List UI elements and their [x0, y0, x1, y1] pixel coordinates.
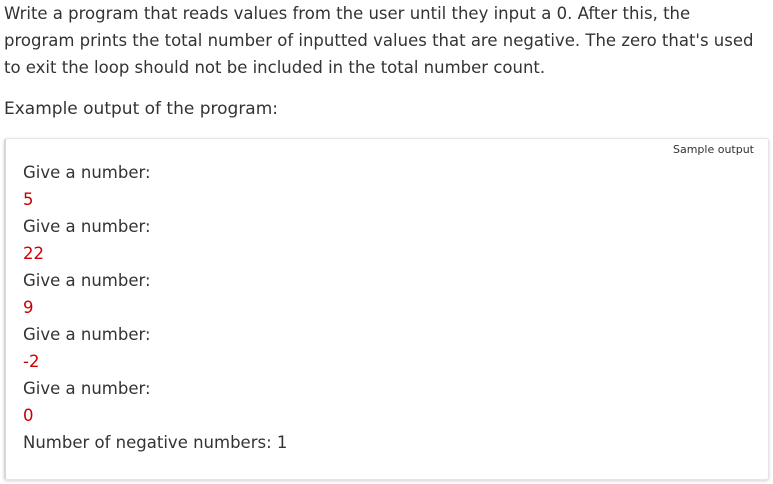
sample-line-user-input: -2: [23, 352, 40, 371]
sample-line-result: Number of negative numbers: 1: [23, 433, 288, 452]
sample-line-prompt: Give a number:: [23, 325, 151, 344]
sample-line-user-input: 9: [23, 298, 34, 317]
sample-line-user-input: 5: [23, 190, 34, 209]
sample-output-lines: Give a number: 5 Give a number: 22 Give …: [23, 159, 287, 456]
sample-line-prompt: Give a number:: [23, 379, 151, 398]
example-heading: Example output of the program:: [4, 99, 279, 119]
sample-line-user-input: 0: [23, 406, 34, 425]
exercise-description: Write a program that reads values from t…: [4, 4, 754, 77]
sample-output-label: Sample output: [672, 143, 754, 156]
sample-line-prompt: Give a number:: [23, 217, 151, 236]
sample-output-box: Sample output Give a number: 5 Give a nu…: [4, 138, 769, 480]
sample-line-user-input: 22: [23, 244, 44, 263]
sample-line-prompt: Give a number:: [23, 271, 151, 290]
sample-line-prompt: Give a number:: [23, 163, 151, 182]
